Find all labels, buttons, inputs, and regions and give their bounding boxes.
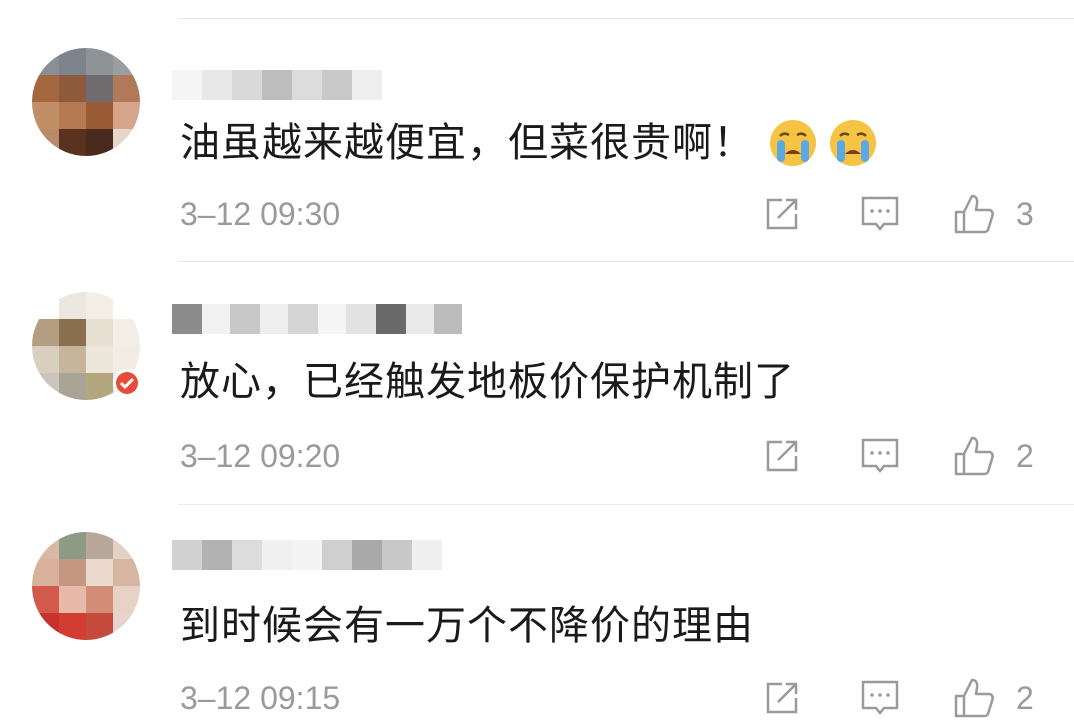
username-blurred[interactable] — [172, 304, 462, 334]
crying-face-icon — [770, 120, 816, 166]
like-count: 3 — [1016, 196, 1034, 232]
share-icon[interactable] — [760, 192, 804, 236]
divider — [178, 261, 1074, 262]
reply-icon[interactable] — [858, 192, 902, 236]
reply-icon[interactable] — [858, 676, 902, 720]
divider — [178, 504, 1074, 505]
reply-icon[interactable] — [858, 434, 902, 478]
comment-time: 3–12 09:20 — [180, 438, 341, 474]
comment-text: 放心，已经触发地板价保护机制了 — [180, 359, 795, 405]
share-icon[interactable] — [760, 434, 804, 478]
comment-time: 3–12 09:15 — [180, 680, 341, 716]
like-icon[interactable] — [952, 192, 996, 236]
like-icon[interactable] — [952, 676, 996, 720]
like-count: 2 — [1016, 680, 1034, 716]
divider — [178, 18, 1074, 19]
username-blurred[interactable] — [172, 540, 442, 570]
share-icon[interactable] — [760, 676, 804, 720]
avatar[interactable] — [32, 532, 140, 640]
like-icon[interactable] — [952, 434, 996, 478]
comment-time: 3–12 09:30 — [180, 196, 341, 232]
like-count: 2 — [1016, 438, 1034, 474]
comment-text: 油虽越来越便宜，但菜很贵啊！ — [180, 118, 878, 168]
comment-text: 到时候会有一万个不降价的理由 — [180, 603, 754, 649]
comment-text-content: 油虽越来越便宜，但菜很贵啊！ — [180, 120, 754, 166]
verified-badge-icon — [113, 369, 141, 397]
crying-face-icon — [830, 120, 876, 166]
username-blurred[interactable] — [172, 70, 382, 100]
avatar[interactable] — [32, 48, 140, 156]
